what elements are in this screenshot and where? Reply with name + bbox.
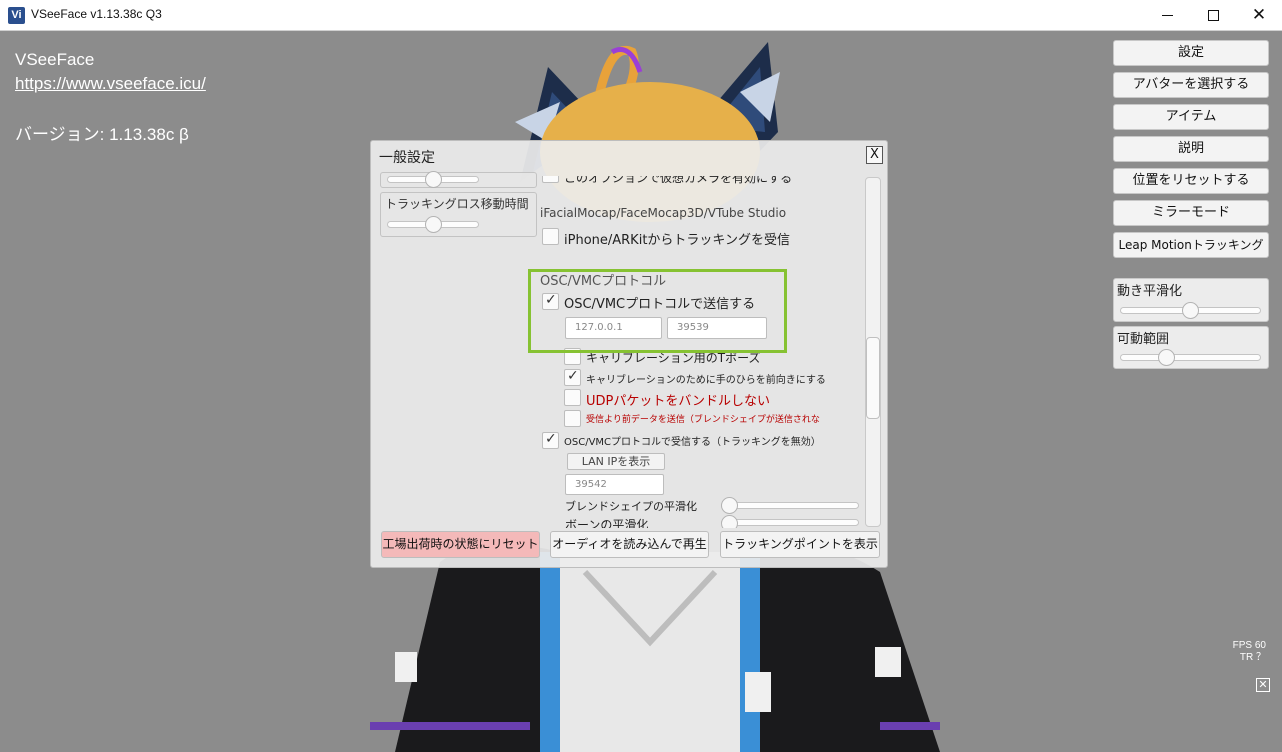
dialog-close-button[interactable]: X (866, 146, 883, 164)
range-slider[interactable] (1120, 354, 1261, 361)
calibration-palm-label: キャリブレーションのために手のひらを前向きにする (586, 375, 826, 386)
scrollbar-thumb[interactable] (866, 337, 880, 419)
virtual-camera-checkbox[interactable] (542, 176, 559, 183)
app-logo-icon: Vi (8, 7, 25, 24)
minimize-button[interactable] (1144, 0, 1190, 31)
left-slider-1-knob[interactable] (425, 171, 442, 188)
maximize-icon (1207, 10, 1219, 21)
mirror-mode-button[interactable]: ミラーモード (1113, 200, 1269, 226)
avatar-viewport[interactable]: VSeeFace https://www.vseeface.icu/ バージョン… (0, 32, 1282, 752)
range-label: 可動範囲 (1117, 332, 1170, 347)
help-button[interactable]: 説明 (1113, 136, 1269, 162)
minimize-icon (1161, 15, 1173, 16)
settings-button[interactable]: 設定 (1113, 40, 1269, 66)
bone-smoothing-knob[interactable] (721, 515, 738, 528)
show-tracking-points-button[interactable]: トラッキングポイントを表示 (720, 531, 880, 558)
udp-bundle-label: UDPパケットをバンドルしない (586, 394, 771, 409)
title-bar: Vi VSeeFace v1.13.38c Q3 ✕ (0, 0, 1282, 31)
send-before-receive-label: 受信より前データを送信（ブレンドシェイプが送信されな (586, 415, 820, 425)
ifacial-header: iFacialMocap/FaceMocap3D/VTube Studio (540, 206, 787, 220)
factory-reset-button[interactable]: 工場出荷時の状態にリセット (381, 531, 540, 558)
osc-highlight-box (528, 269, 787, 353)
range-panel: 可動範囲 (1113, 326, 1269, 369)
bone-smoothing-label: ボーンの平滑化 (565, 518, 649, 528)
dialog-title: 一般設定 (379, 150, 435, 166)
tracking-loss-knob[interactable] (425, 216, 442, 233)
fps-counter: FPS 60 TR ？ (1230, 640, 1266, 664)
osc-receive-checkbox[interactable] (542, 431, 559, 449)
motion-smoothing-label: 動き平滑化 (1117, 284, 1183, 299)
tracking-loss-group: トラッキングロス移動時間 (380, 192, 537, 237)
select-avatar-button[interactable]: アバターを選択する (1113, 72, 1269, 98)
app-name: VSeeFace (15, 50, 95, 69)
motion-smoothing-panel: 動き平滑化 (1113, 278, 1269, 322)
osc-receive-label: OSC/VMCプロトコルで受信する（トラッキングを無効） (564, 437, 821, 448)
close-icon: ✕ (1251, 5, 1267, 25)
blendshape-smoothing-label: ブレンドシェイプの平滑化 (565, 500, 697, 513)
blendshape-smoothing-slider[interactable] (721, 502, 859, 509)
reset-position-button[interactable]: 位置をリセットする (1113, 168, 1269, 194)
blendshape-smoothing-knob[interactable] (721, 497, 738, 514)
close-window-button[interactable]: ✕ (1236, 0, 1282, 31)
window-title: VSeeFace v1.13.38c Q3 (31, 7, 162, 21)
calibration-palm-checkbox[interactable] (564, 368, 581, 386)
udp-bundle-checkbox[interactable] (564, 389, 581, 406)
range-knob[interactable] (1158, 349, 1175, 366)
iphone-checkbox[interactable] (542, 228, 559, 245)
load-audio-button[interactable]: オーディオを読み込んで再生 (550, 531, 709, 558)
tracking-status: TR ？ (1239, 652, 1266, 663)
tracking-loss-label: トラッキングロス移動時間 (385, 197, 529, 211)
motion-smoothing-knob[interactable] (1182, 302, 1199, 319)
items-button[interactable]: アイテム (1113, 104, 1269, 130)
bone-smoothing-slider[interactable] (721, 519, 859, 526)
send-before-receive-checkbox[interactable] (564, 410, 581, 427)
settings-scrollbar[interactable] (865, 177, 881, 527)
leap-motion-button[interactable]: Leap Motionトラッキング (1113, 232, 1269, 258)
osc-receive-port-field[interactable]: 39542 (565, 474, 664, 495)
show-lan-ip-button[interactable]: LAN IPを表示 (567, 453, 665, 470)
left-slider-group-top (380, 171, 537, 188)
virtual-camera-label: このオプションで仮想カメラを有効にする (564, 176, 793, 185)
iphone-label: iPhone/ARKitからトラッキングを受信 (564, 233, 791, 248)
toggle-ui-icon[interactable]: ✕ (1256, 678, 1270, 692)
maximize-button[interactable] (1190, 0, 1236, 31)
fps-text: FPS 60 (1232, 640, 1266, 651)
version-text: バージョン: 1.13.38c β (15, 125, 189, 144)
website-link[interactable]: https://www.vseeface.icu/ (15, 74, 206, 94)
general-settings-dialog: 一般設定 X トラッキングロス移動時間 このオプションで仮想カメラを有効にする … (370, 140, 888, 568)
